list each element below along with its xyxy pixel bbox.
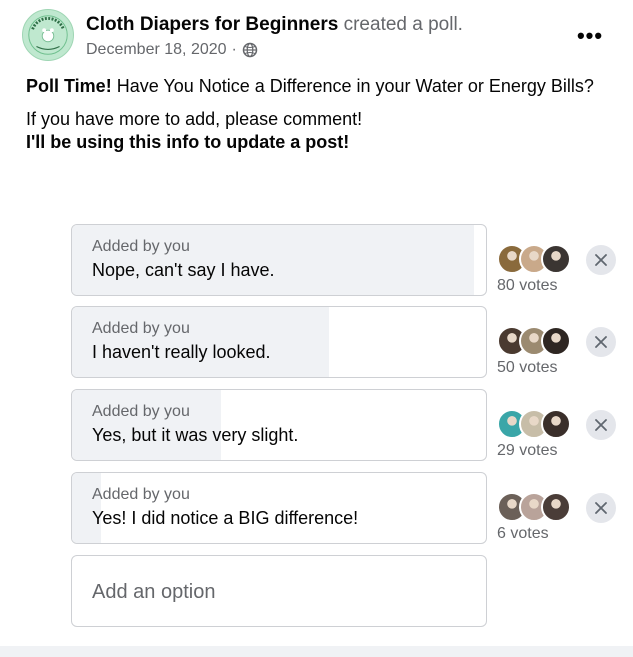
poll-option-label: I haven't really looked.: [92, 342, 271, 362]
more-options-icon: •••: [576, 23, 604, 48]
globe-icon[interactable]: [242, 42, 258, 58]
poll-option-added-by: Added by you: [92, 486, 190, 503]
voter-avatars[interactable]: [497, 326, 579, 356]
poll-title-rest: Have You Notice a Difference in your Wat…: [111, 76, 594, 96]
poll-option[interactable]: Added by you I haven't really looked.: [71, 306, 487, 378]
more-options-button[interactable]: •••: [572, 22, 608, 50]
votes-count[interactable]: 80 votes: [497, 277, 557, 295]
poll-option[interactable]: Added by you Yes! I did notice a BIG dif…: [71, 472, 487, 544]
post-header: Cloth Diapers for Beginners created a po…: [86, 14, 463, 36]
close-icon: [595, 336, 607, 348]
post-text: Poll Time! Have You Notice a Difference …: [26, 75, 596, 164]
post-line-comment-text: If you have more to add, please comment!: [26, 109, 363, 129]
poll-option[interactable]: Added by you Yes, but it was very slight…: [71, 389, 487, 461]
votes-count[interactable]: 50 votes: [497, 359, 557, 377]
page-name-link[interactable]: Cloth Diapers for Beginners: [86, 14, 338, 35]
close-icon: [595, 419, 607, 431]
remove-option-button[interactable]: [586, 410, 616, 440]
card-divider: [0, 646, 633, 657]
remove-option-button[interactable]: [586, 327, 616, 357]
voter-avatars[interactable]: [497, 409, 579, 439]
votes-count[interactable]: 29 votes: [497, 442, 557, 460]
poll-option-added-by: Added by you: [92, 320, 190, 337]
poll-title: Poll Time! Have You Notice a Difference …: [26, 75, 596, 98]
add-option-box[interactable]: [71, 555, 487, 627]
post-date-link[interactable]: December 18, 2020: [86, 41, 227, 59]
poll-option-added-by: Added by you: [92, 238, 190, 255]
poll-option-label: Yes, but it was very slight.: [92, 425, 299, 445]
poll-post-card: Cloth Diapers for Beginners created a po…: [0, 0, 633, 657]
close-icon: [595, 254, 607, 266]
post-line-update: I'll be using this info to update a post…: [26, 131, 596, 154]
poll-option-label: Nope, can't say I have.: [92, 260, 275, 280]
close-icon: [595, 502, 607, 514]
voter-avatar: [541, 492, 571, 522]
voter-avatar: [541, 244, 571, 274]
poll-option[interactable]: Added by you Nope, can't say I have.: [71, 224, 487, 296]
poll-option-label: Yes! I did notice a BIG difference!: [92, 508, 359, 528]
add-option-input[interactable]: [92, 578, 462, 606]
voter-avatars[interactable]: [497, 244, 579, 274]
remove-option-button[interactable]: [586, 245, 616, 275]
poll-option-added-by: Added by you: [92, 403, 190, 420]
voter-avatar: [541, 409, 571, 439]
voter-avatars[interactable]: [497, 492, 579, 522]
post-meta: December 18, 2020 ·: [86, 41, 258, 59]
post-line-comment: If you have more to add, please comment!: [26, 108, 596, 131]
post-line-update-text: I'll be using this info to update a post…: [26, 132, 350, 152]
meta-separator: ·: [231, 41, 237, 58]
voter-avatar: [541, 326, 571, 356]
remove-option-button[interactable]: [586, 493, 616, 523]
page-avatar[interactable]: [22, 9, 74, 61]
cloth-diapers-logo-icon: [23, 10, 73, 60]
poll-title-bold: Poll Time!: [26, 76, 112, 96]
post-action-text: created a poll.: [343, 14, 463, 35]
votes-count[interactable]: 6 votes: [497, 525, 549, 543]
